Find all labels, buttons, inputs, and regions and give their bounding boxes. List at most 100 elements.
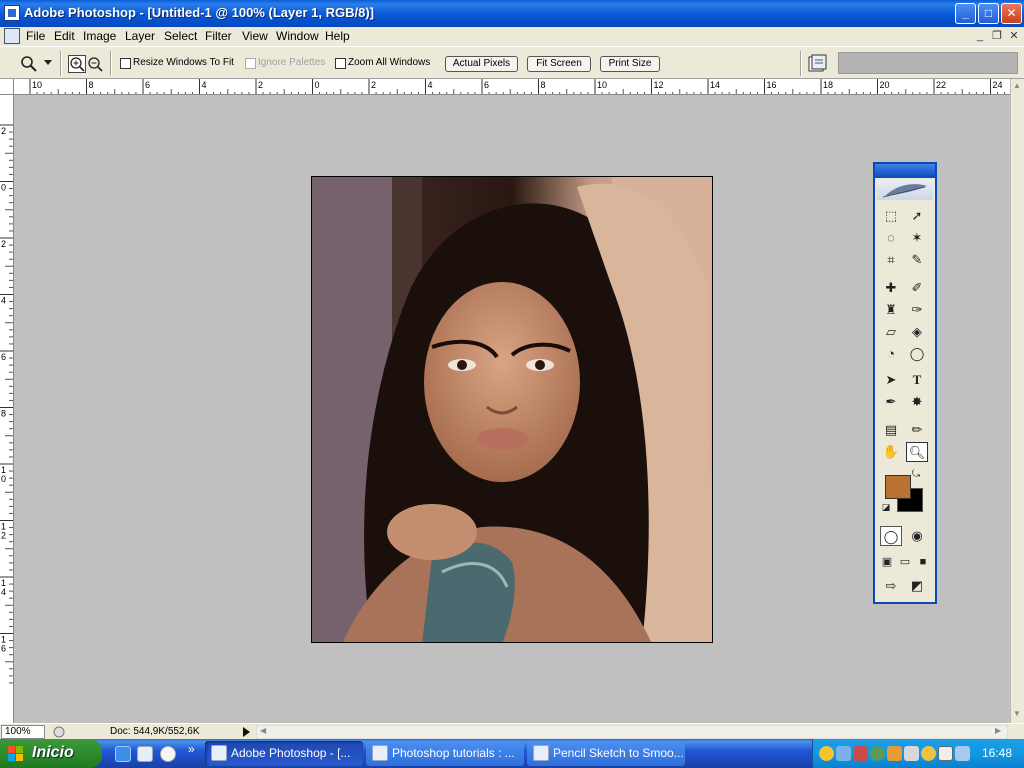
status-menu-icon[interactable] [52, 726, 66, 738]
swap-colors-icon[interactable]: ⤿ [909, 468, 923, 482]
display-tray-icon[interactable] [904, 746, 919, 761]
internet-explorer-icon[interactable] [115, 746, 131, 762]
menu-help[interactable]: Help [325, 29, 350, 43]
crop-tool-icon[interactable]: ⌗ [880, 250, 902, 270]
update-tray-icon[interactable] [870, 746, 885, 761]
imageready-icon[interactable]: ◩ [906, 576, 928, 596]
foreground-color-swatch[interactable] [885, 475, 911, 499]
menu-image[interactable]: Image [83, 29, 116, 43]
feather-logo-icon[interactable] [877, 180, 933, 200]
menu-view[interactable]: View [242, 29, 268, 43]
zoom-tool-icon[interactable]: 🔍︎ [906, 442, 928, 462]
doc-close-button[interactable]: ✕ [1006, 28, 1022, 44]
standard-mode-icon[interactable]: ◯ [880, 526, 902, 546]
screen-mode-menu-icon[interactable]: ▭ [896, 552, 914, 572]
zoom-all-windows-checkbox[interactable] [335, 58, 346, 69]
move-tool-icon[interactable]: ➚ [906, 206, 928, 226]
eraser-tool-icon[interactable]: ▱ [880, 322, 902, 342]
scroll-right-arrow-icon[interactable]: ▶ [995, 726, 1001, 735]
minimize-button[interactable]: _ [955, 3, 976, 24]
history-brush-tool-icon[interactable]: ✑ [906, 300, 928, 320]
close-button[interactable]: ✕ [1001, 3, 1022, 24]
healing-brush-tool-icon[interactable]: ✚ [880, 278, 902, 298]
menu-select[interactable]: Select [164, 29, 197, 43]
menu-window[interactable]: Window [276, 29, 319, 43]
blur-tool-icon[interactable]: ◔ [880, 344, 902, 364]
ruler-label: 6 [145, 80, 150, 90]
maximize-button[interactable]: □ [978, 3, 999, 24]
dodge-tool-icon[interactable]: ◯ [906, 344, 928, 364]
zoom-out-icon[interactable] [86, 55, 104, 73]
notes-tool-icon[interactable]: ▤ [880, 420, 902, 440]
ignore-palettes-label: Ignore Palettes [258, 57, 326, 68]
paint-bucket-tool-icon[interactable]: ◈ [906, 322, 928, 342]
menu-layer[interactable]: Layer [125, 29, 155, 43]
magic-wand-tool-icon[interactable]: ✶ [906, 228, 928, 248]
brush-tool-icon[interactable]: ✐ [906, 278, 928, 298]
show-desktop-icon[interactable] [137, 746, 153, 762]
doc-minimize-button[interactable]: _ [972, 28, 988, 44]
taskbar-button-photoshop[interactable]: Adobe Photoshop - [... [205, 741, 363, 766]
quick-mask-mode-icon[interactable]: ◉ [906, 526, 928, 546]
screen-mode-standard-icon[interactable]: ▣ [878, 552, 896, 572]
menu-edit[interactable]: Edit [54, 29, 75, 43]
slice-tool-icon[interactable]: ✎ [906, 250, 928, 270]
jump-to-imageready-icon[interactable]: ⇨ [880, 576, 902, 596]
windows-taskbar: Inicio » Adobe Photoshop - [... Photosho… [0, 739, 1024, 768]
tools-palette-title-bar[interactable] [875, 164, 935, 178]
horizontal-ruler[interactable]: 10 8 6 4 2 0 2 4 6 8 10 12 14 16 18 20 22 24 [14, 79, 1010, 95]
marquee-tool-icon[interactable]: ⬚ [880, 206, 902, 226]
volume-tray-icon[interactable] [955, 746, 970, 761]
menu-filter[interactable]: Filter [205, 29, 232, 43]
print-size-button[interactable]: Print Size [600, 56, 660, 72]
menu-file[interactable]: File [26, 29, 45, 43]
usb-tray-icon[interactable] [938, 746, 953, 761]
status-menu-arrow-icon[interactable] [243, 727, 251, 737]
clone-stamp-tool-icon[interactable]: ♜ [880, 300, 902, 320]
horizontal-scrollbar[interactable]: ◀ ▶ [256, 725, 1008, 739]
start-button[interactable]: Inicio [0, 739, 102, 768]
document-menu-icon[interactable] [4, 28, 20, 44]
security-tray-icon[interactable] [887, 746, 902, 761]
ruler-label: 20 [880, 80, 890, 90]
hand-tool-icon[interactable]: ✋ [880, 442, 902, 462]
scroll-left-arrow-icon[interactable]: ◀ [260, 726, 266, 735]
path-selection-tool-icon[interactable]: ➤ [880, 370, 902, 390]
ruler-origin[interactable] [0, 79, 14, 95]
fit-screen-button[interactable]: Fit Screen [527, 56, 591, 72]
palette-well[interactable] [838, 52, 1018, 74]
lasso-tool-icon[interactable]: ◌ [880, 228, 902, 248]
scroll-up-arrow-icon[interactable]: ▲ [1013, 81, 1022, 90]
actual-pixels-button[interactable]: Actual Pixels [445, 56, 518, 72]
document-canvas-image[interactable] [311, 176, 713, 643]
scroll-down-arrow-icon[interactable]: ▼ [1013, 709, 1022, 718]
alert-tray-icon[interactable] [921, 746, 936, 761]
pen-tool-icon[interactable]: ✒ [880, 392, 902, 412]
zoom-in-icon[interactable] [68, 55, 86, 73]
eyedropper-tool-icon[interactable]: ✏ [906, 420, 928, 440]
antivirus-tray-icon[interactable] [853, 746, 868, 761]
ruler-label: 16 [767, 80, 777, 90]
resize-windows-checkbox[interactable] [120, 58, 131, 69]
chevron-down-icon[interactable] [44, 60, 52, 66]
custom-shape-tool-icon[interactable]: ✸ [906, 392, 928, 412]
file-browser-icon[interactable] [808, 54, 828, 74]
screen-mode-full-icon[interactable]: ■ [914, 552, 932, 572]
zoom-tool-preset-icon[interactable] [20, 55, 38, 73]
browser-window-icon [533, 745, 549, 761]
type-tool-icon[interactable]: T [906, 370, 928, 390]
vertical-ruler[interactable]: 20246810121416 [0, 95, 14, 723]
default-colors-icon[interactable]: ◪ [879, 500, 893, 514]
vertical-scrollbar[interactable]: ▲ ▼ [1010, 79, 1024, 723]
network-tray-icon[interactable] [836, 746, 851, 761]
messenger-tray-icon[interactable] [819, 746, 834, 761]
photoshop-app-icon[interactable] [4, 5, 20, 21]
taskbar-button-tutorials[interactable]: Photoshop tutorials : ... [366, 741, 524, 766]
media-player-icon[interactable] [160, 746, 176, 762]
quick-launch-overflow-icon[interactable]: » [188, 742, 195, 756]
ruler-label: 2 [1, 126, 6, 136]
taskbar-button-pencil-sketch[interactable]: Pencil Sketch to Smoo... [527, 741, 685, 766]
zoom-level-field[interactable]: 100% [1, 725, 45, 739]
ruler-label: 8 [541, 80, 546, 90]
doc-restore-button[interactable]: ❐ [989, 28, 1005, 44]
